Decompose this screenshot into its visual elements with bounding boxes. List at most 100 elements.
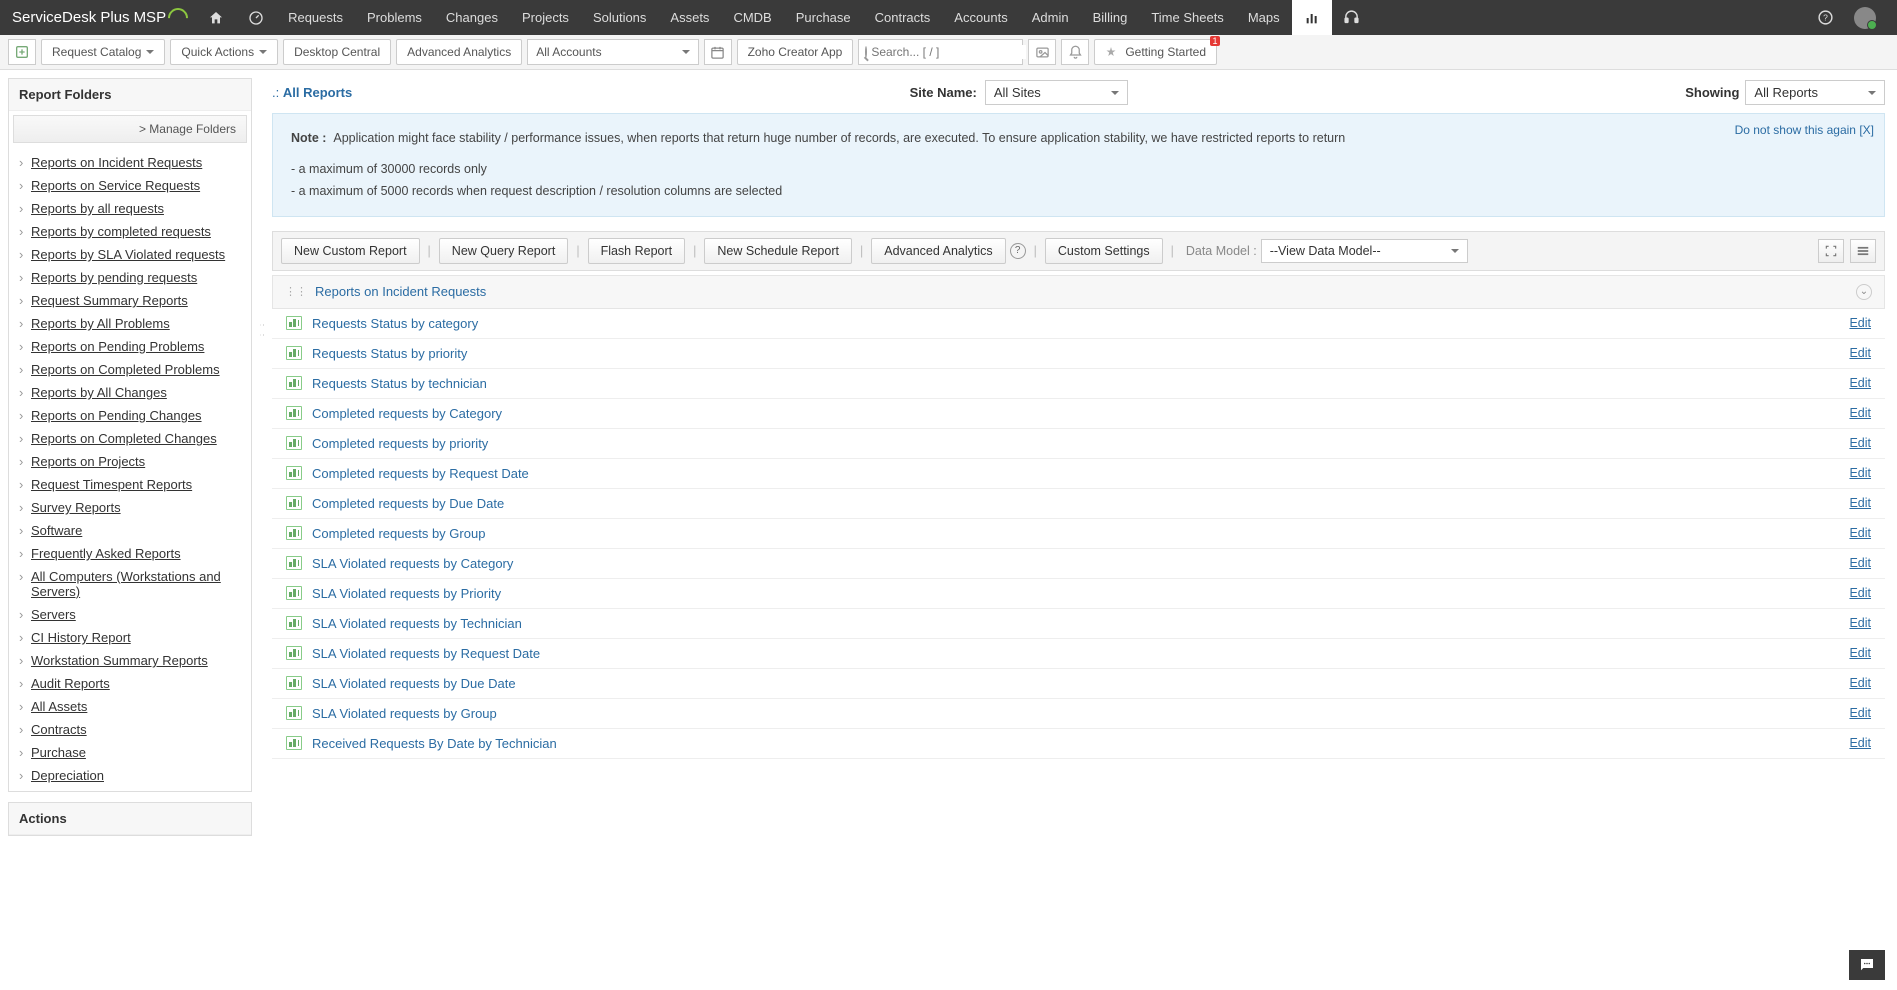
folder-link[interactable]: CI History Report [31,630,131,645]
folder-link[interactable]: Reports by All Changes [31,385,167,400]
home-icon[interactable] [196,0,236,35]
report-link[interactable]: Requests Status by category [312,316,478,331]
report-link[interactable]: SLA Violated requests by Due Date [312,676,516,691]
new-query-report-button[interactable]: New Query Report [439,238,569,264]
collapse-icon[interactable]: ⌄ [1856,284,1872,300]
site-selector[interactable]: All Sites [985,80,1128,105]
report-link[interactable]: Requests Status by priority [312,346,467,361]
headset-icon[interactable] [1332,0,1372,35]
user-avatar[interactable] [1845,0,1885,35]
edit-link[interactable]: Edit [1849,466,1871,480]
edit-link[interactable]: Edit [1849,736,1871,750]
edit-link[interactable]: Edit [1849,316,1871,330]
breadcrumb[interactable]: .: All Reports [272,85,352,100]
folder-link[interactable]: Reports by completed requests [31,224,211,239]
zoho-creator-link[interactable]: Zoho Creator App [737,39,854,65]
edit-link[interactable]: Edit [1849,556,1871,570]
folder-link[interactable]: Frequently Asked Reports [31,546,181,561]
folder-link[interactable]: Reports by all requests [31,201,164,216]
folder-link[interactable]: Request Timespent Reports [31,477,192,492]
expand-tool-icon[interactable] [1818,239,1844,263]
edit-link[interactable]: Edit [1849,496,1871,510]
folder-link[interactable]: All Assets [31,699,87,714]
search-input[interactable] [871,45,1026,59]
desktop-central-link[interactable]: Desktop Central [283,39,391,65]
nav-billing[interactable]: Billing [1081,0,1140,35]
edit-link[interactable]: Edit [1849,586,1871,600]
report-link[interactable]: SLA Violated requests by Technician [312,616,522,631]
quick-actions-dropdown[interactable]: Quick Actions [170,39,278,65]
flash-report-button[interactable]: Flash Report [588,238,686,264]
folder-link[interactable]: Servers [31,607,76,622]
edit-link[interactable]: Edit [1849,436,1871,450]
dashboard-icon[interactable] [236,0,276,35]
nav-accounts[interactable]: Accounts [942,0,1019,35]
folder-link[interactable]: Reports by SLA Violated requests [31,247,225,262]
folder-link[interactable]: Reports on Service Requests [31,178,200,193]
edit-link[interactable]: Edit [1849,646,1871,660]
resize-handle-icon[interactable]: ⋮⋮ [260,320,265,340]
global-search[interactable] [858,39,1023,65]
folder-link[interactable]: Reports on Completed Changes [31,431,217,446]
nav-requests[interactable]: Requests [276,0,355,35]
folder-link[interactable]: Request Summary Reports [31,293,188,308]
reports-tab-icon[interactable] [1292,0,1332,35]
nav-problems[interactable]: Problems [355,0,434,35]
help-circle-icon[interactable]: ? [1010,243,1026,259]
report-link[interactable]: Completed requests by Due Date [312,496,504,511]
report-link[interactable]: Received Requests By Date by Technician [312,736,557,751]
nav-projects[interactable]: Projects [510,0,581,35]
folder-link[interactable]: Purchase [31,745,86,760]
report-link[interactable]: SLA Violated requests by Category [312,556,513,571]
folder-link[interactable]: Reports on Pending Problems [31,339,204,354]
edit-link[interactable]: Edit [1849,406,1871,420]
notification-bell-button[interactable] [1061,39,1089,65]
advanced-analytics-link[interactable]: Advanced Analytics [396,39,522,65]
new-schedule-report-button[interactable]: New Schedule Report [704,238,852,264]
custom-settings-button[interactable]: Custom Settings [1045,238,1163,264]
edit-link[interactable]: Edit [1849,526,1871,540]
folder-link[interactable]: Audit Reports [31,676,110,691]
dismiss-note-link[interactable]: Do not show this again [X] [1735,120,1874,140]
advanced-analytics-button[interactable]: Advanced Analytics [871,238,1005,264]
edit-link[interactable]: Edit [1849,376,1871,390]
nav-cmdb[interactable]: CMDB [721,0,783,35]
image-icon-button[interactable] [1028,39,1056,65]
report-link[interactable]: Completed requests by priority [312,436,488,451]
edit-link[interactable]: Edit [1849,346,1871,360]
showing-selector[interactable]: All Reports [1745,80,1885,105]
template-icon-button[interactable] [8,39,36,65]
edit-link[interactable]: Edit [1849,676,1871,690]
calendar-icon-button[interactable] [704,39,732,65]
nav-time-sheets[interactable]: Time Sheets [1139,0,1236,35]
folder-link[interactable]: Reports by pending requests [31,270,197,285]
report-link[interactable]: Completed requests by Category [312,406,502,421]
nav-assets[interactable]: Assets [658,0,721,35]
report-link[interactable]: SLA Violated requests by Priority [312,586,501,601]
folder-link[interactable]: All Computers (Workstations and Servers) [31,569,221,599]
edit-link[interactable]: Edit [1849,616,1871,630]
folder-link[interactable]: Survey Reports [31,500,121,515]
nav-admin[interactable]: Admin [1020,0,1081,35]
folder-link[interactable]: Reports on Projects [31,454,145,469]
report-link[interactable]: SLA Violated requests by Group [312,706,497,721]
nav-maps[interactable]: Maps [1236,0,1292,35]
nav-contracts[interactable]: Contracts [863,0,943,35]
report-link[interactable]: Requests Status by technician [312,376,487,391]
grip-icon[interactable]: ⋮⋮ [285,285,307,298]
folder-link[interactable]: Depreciation [31,768,104,783]
folder-link[interactable]: Reports by All Problems [31,316,170,331]
folder-link[interactable]: Reports on Pending Changes [31,408,202,423]
list-view-icon[interactable] [1850,239,1876,263]
nav-changes[interactable]: Changes [434,0,510,35]
chat-icon[interactable] [1849,950,1885,980]
nav-purchase[interactable]: Purchase [784,0,863,35]
folder-link[interactable]: Software [31,523,82,538]
nav-solutions[interactable]: Solutions [581,0,658,35]
report-link[interactable]: Completed requests by Group [312,526,485,541]
data-model-selector[interactable]: --View Data Model-- [1261,239,1468,263]
new-custom-report-button[interactable]: New Custom Report [281,238,420,264]
report-link[interactable]: SLA Violated requests by Request Date [312,646,540,661]
edit-link[interactable]: Edit [1849,706,1871,720]
account-selector[interactable]: All Accounts [527,39,698,65]
